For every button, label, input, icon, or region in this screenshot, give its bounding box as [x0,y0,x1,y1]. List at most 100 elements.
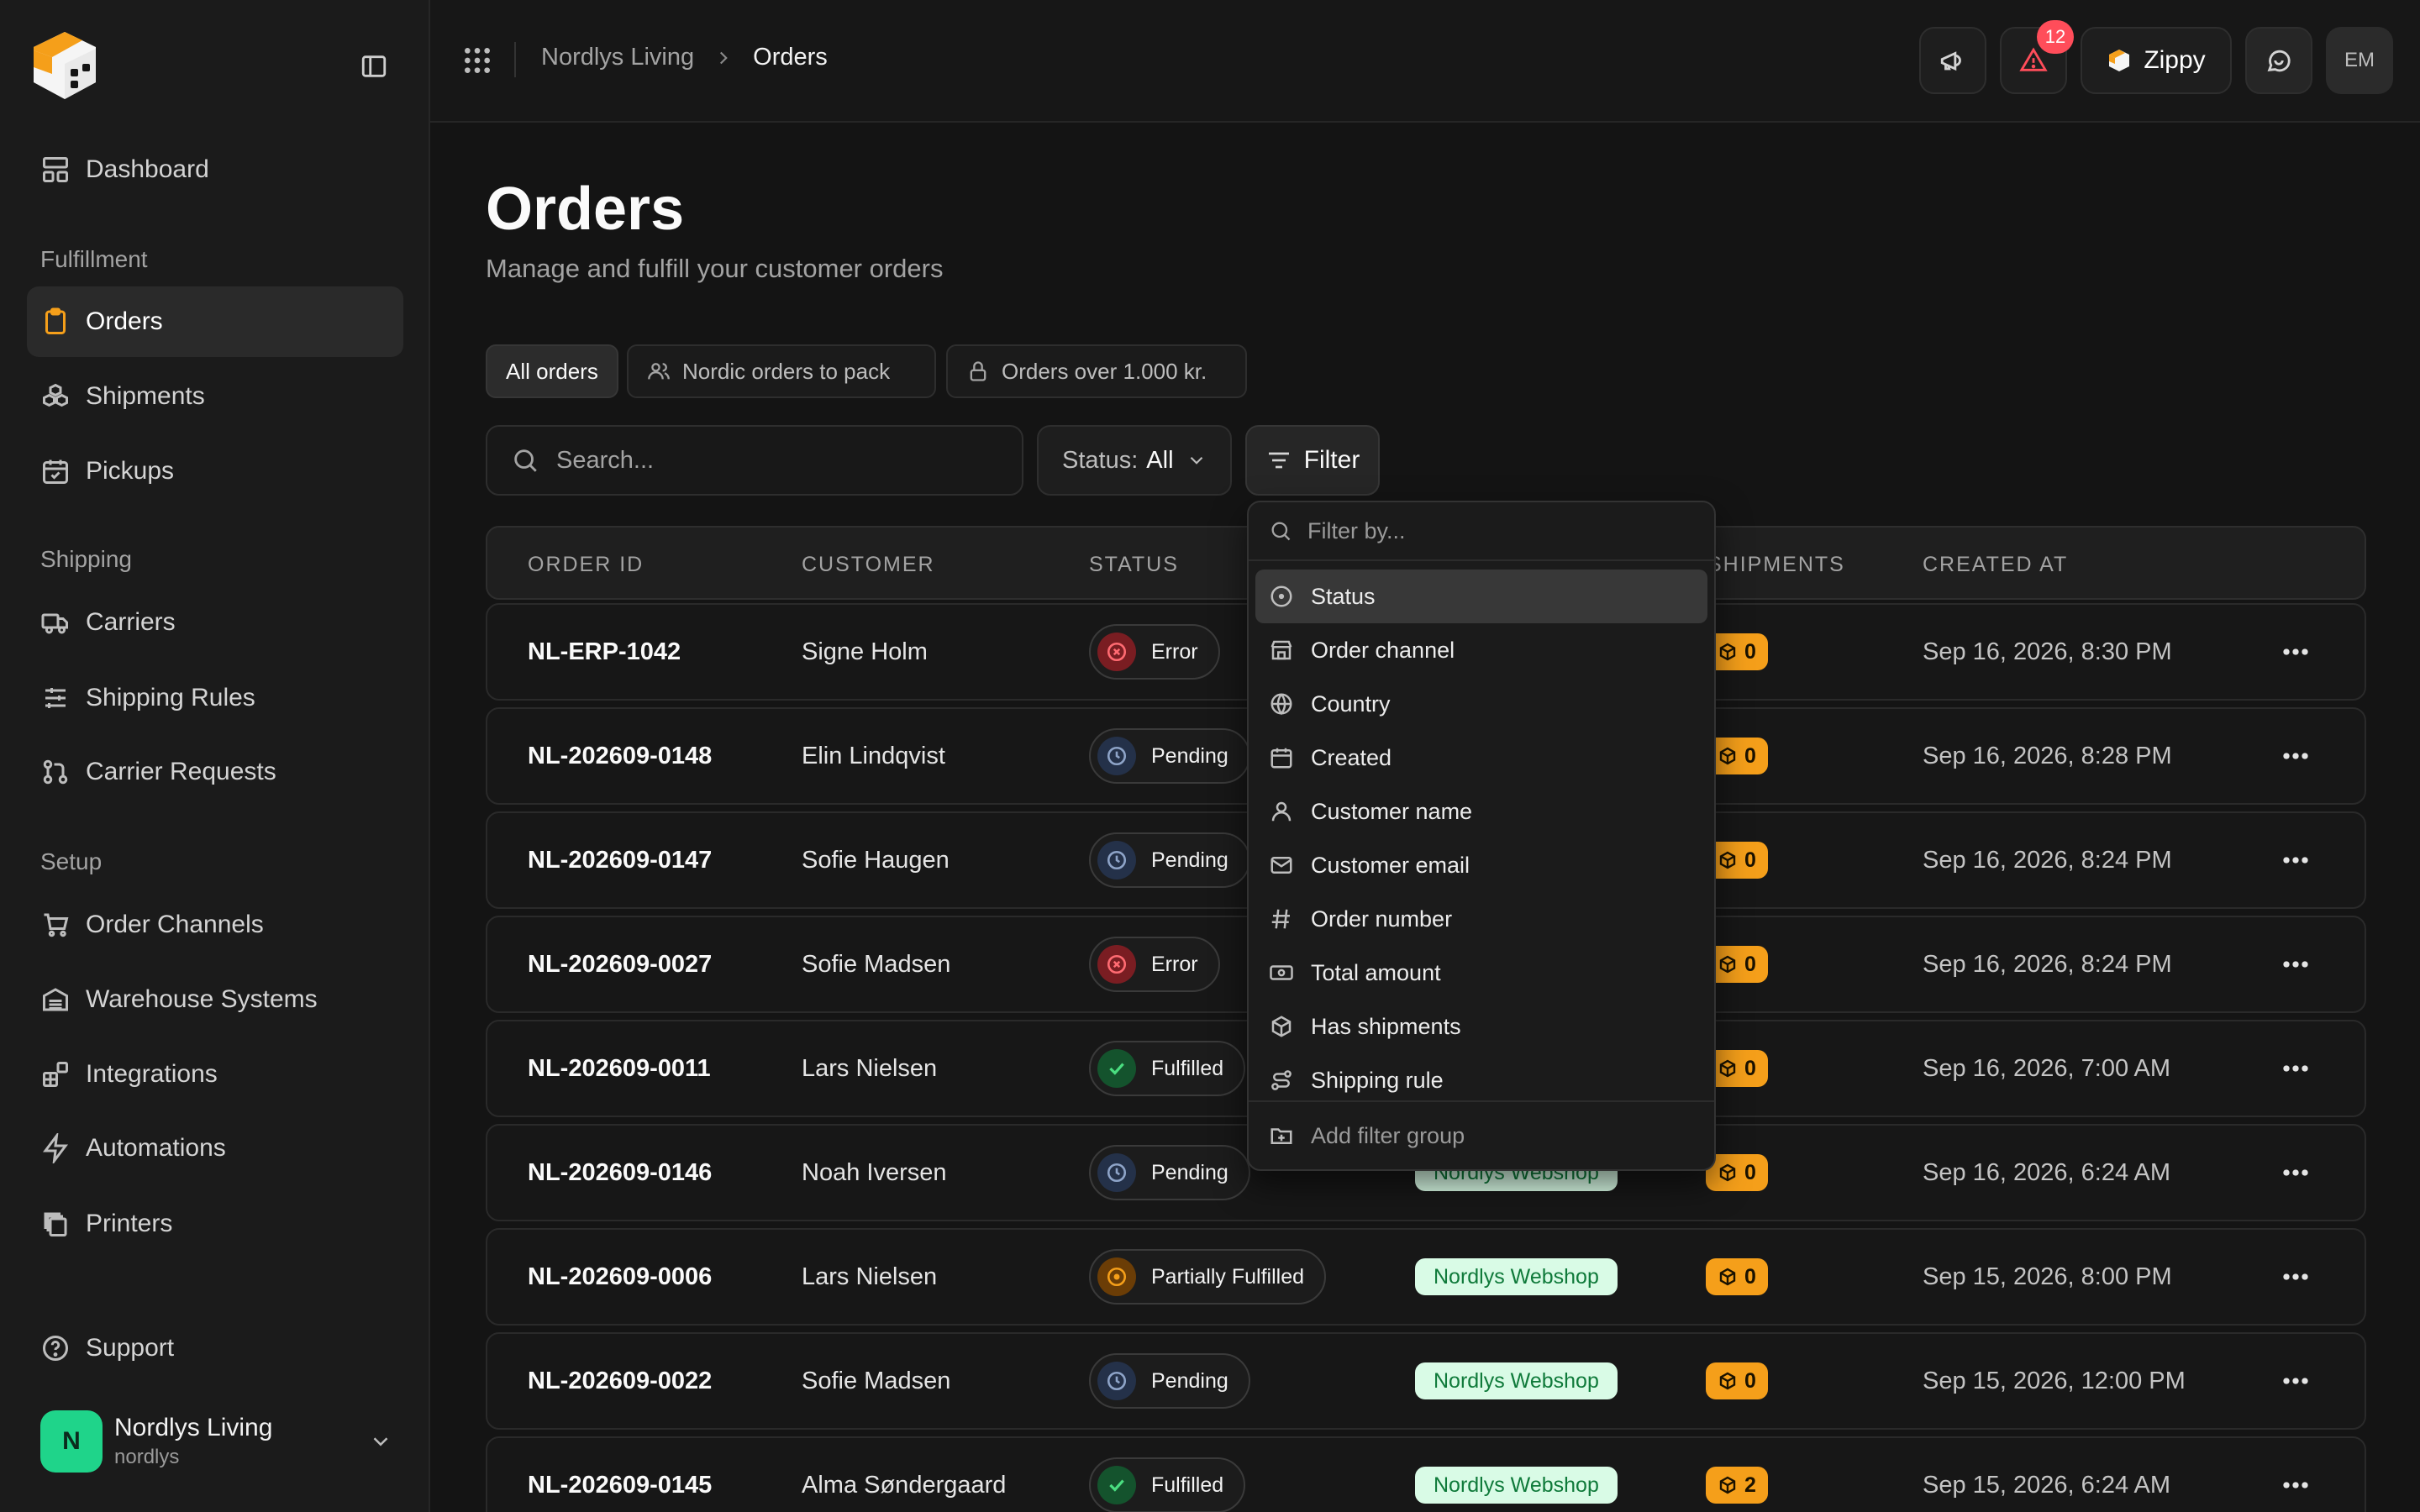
breadcrumb: Nordlys Living Orders [541,44,828,71]
filter-option-customer-name[interactable]: Customer name [1255,785,1707,838]
more-actions-icon[interactable] [2277,1362,2314,1399]
customer-cell: Lars Nielsen [802,1054,938,1082]
sidebar-item-pickups[interactable]: Pickups [27,436,403,507]
view-tab-label: Nordic orders to pack [682,358,891,384]
sidebar-item-label: Order Channels [86,911,264,938]
status-badge: Pending [1089,728,1250,784]
more-actions-icon[interactable] [2277,1154,2314,1191]
sidebar-item-order-channels[interactable]: Order Channels [27,890,403,960]
clipboard-icon [40,307,71,337]
view-tab-all-orders[interactable]: All orders [486,344,618,398]
filter-option-total-amount[interactable]: Total amount [1255,946,1707,1000]
order-id-cell[interactable]: NL-202609-0148 [528,709,712,803]
sidebar-item-carrier-requests[interactable]: Carrier Requests [27,737,403,807]
sidebar-item-integrations[interactable]: Integrations [27,1039,403,1110]
order-id-cell[interactable]: NL-202609-0145 [528,1438,712,1512]
filter-option-country[interactable]: Country [1255,677,1707,731]
filter-search-input[interactable] [1307,517,1677,544]
order-id-cell[interactable]: NL-202609-0146 [528,1126,712,1220]
warehouse-icon [40,984,71,1015]
chat-button[interactable] [2245,27,2312,94]
table-row[interactable]: NL-202609-0145 Alma Søndergaard Fulfille… [486,1436,2366,1512]
table-row[interactable]: NL-202609-0022 Sofie Madsen Pending Nord… [486,1332,2366,1430]
sidebar-item-shipping-rules[interactable]: Shipping Rules [27,663,403,733]
package-icon [1718,954,1744,974]
sidebar: Dashboard Fulfillment Orders Shipments P… [0,0,430,1512]
more-actions-icon[interactable] [2277,946,2314,983]
filter-option-created[interactable]: Created [1255,731,1707,785]
more-actions-icon[interactable] [2277,1050,2314,1087]
status-badge: Error [1089,937,1220,992]
filter-option-shipping-rule[interactable]: Shipping rule [1255,1053,1707,1107]
user-avatar[interactable]: EM [2326,27,2393,94]
order-id-cell[interactable]: NL-202609-0022 [528,1334,712,1428]
announcements-button[interactable] [1919,27,1986,94]
channel-cell: Nordlys Webshop [1415,1334,1618,1428]
order-id-cell[interactable]: NL-202609-0011 [528,1021,711,1116]
search-input[interactable] [556,446,976,475]
add-filter-group-button[interactable]: Add filter group [1255,1109,1707,1163]
zippy-button[interactable]: Zippy [2081,27,2232,94]
column-header-created-at[interactable]: CREATED AT [1923,553,2068,577]
sidebar-item-support[interactable]: Support [27,1313,403,1383]
calendar-icon [1269,745,1294,770]
status-badge: Partially Fulfilled [1089,1249,1327,1305]
more-actions-icon[interactable] [2277,738,2314,774]
more-actions-icon[interactable] [2277,842,2314,879]
truck-icon [40,607,71,638]
shipments-count: 0 [1744,1264,1756,1289]
app-logo[interactable] [27,27,103,102]
sidebar-item-carriers[interactable]: Carriers [27,587,403,658]
sidebar-toggle-icon[interactable] [360,52,392,81]
more-actions-icon[interactable] [2277,1467,2314,1504]
sidebar-item-shipments[interactable]: Shipments [27,361,403,432]
order-id-cell[interactable]: NL-202609-0147 [528,813,712,907]
route-icon [1269,1068,1294,1093]
filter-button-label: Filter [1303,446,1360,474]
order-id-cell[interactable]: NL-202609-0027 [528,917,712,1011]
column-header-status[interactable]: STATUS [1089,553,1179,577]
channel-badge: Nordlys Webshop [1415,1467,1618,1504]
filter-option-order-number[interactable]: Order number [1255,892,1707,946]
shopping-cart-icon [40,910,71,940]
sidebar-item-orders[interactable]: Orders [27,286,403,357]
org-switcher[interactable]: N Nordlys Living nordlys [40,1408,393,1475]
sidebar-item-label: Warehouse Systems [86,985,318,1013]
more-actions-icon[interactable] [2277,633,2314,670]
status-badge: Pending [1089,1145,1250,1200]
order-id-cell[interactable]: NL-202609-0006 [528,1230,712,1324]
sidebar-item-dashboard[interactable]: Dashboard [27,134,403,205]
order-id-cell[interactable]: NL-ERP-1042 [528,605,681,699]
shipments-badge: 0 [1706,1258,1768,1295]
clock-icon [1097,1153,1136,1192]
filter-button[interactable]: Filter [1245,425,1380,496]
package-icon [1718,1371,1744,1391]
search-box[interactable] [486,425,1023,496]
shipments-badge: 0 [1706,1362,1768,1399]
filter-option-status[interactable]: Status [1255,570,1707,623]
view-tab-orders-over[interactable]: Orders over 1.000 kr. [946,344,1247,398]
package-icon [1718,1475,1744,1495]
boxes-icon [40,381,71,412]
package-icon [1718,746,1744,766]
filter-option-customer-email[interactable]: Customer email [1255,838,1707,892]
sidebar-item-printers[interactable]: Printers [27,1189,403,1259]
filter-option-has-shipments[interactable]: Has shipments [1255,1000,1707,1053]
more-actions-icon[interactable] [2277,1258,2314,1295]
view-tab-nordic-orders[interactable]: Nordic orders to pack [627,344,936,398]
grid-apps-icon[interactable] [460,44,494,77]
column-header-customer[interactable]: CUSTOMER [802,553,935,577]
shipments-count: 0 [1744,1368,1756,1393]
users-icon [647,360,671,383]
status-label: Error [1151,639,1198,664]
status-select[interactable]: Status: All [1037,425,1232,496]
channel-badge: Nordlys Webshop [1415,1362,1618,1399]
sidebar-item-warehouse-systems[interactable]: Warehouse Systems [27,964,403,1035]
column-header-order-id[interactable]: ORDER ID [528,553,644,577]
x-circle-icon [1097,633,1136,671]
table-row[interactable]: NL-202609-0006 Lars Nielsen Partially Fu… [486,1228,2366,1326]
filter-option-order-channel[interactable]: Order channel [1255,623,1707,677]
breadcrumb-parent[interactable]: Nordlys Living [541,44,694,71]
sidebar-item-automations[interactable]: Automations [27,1113,403,1184]
column-header-shipments[interactable]: SHIPMENTS [1707,553,1845,577]
